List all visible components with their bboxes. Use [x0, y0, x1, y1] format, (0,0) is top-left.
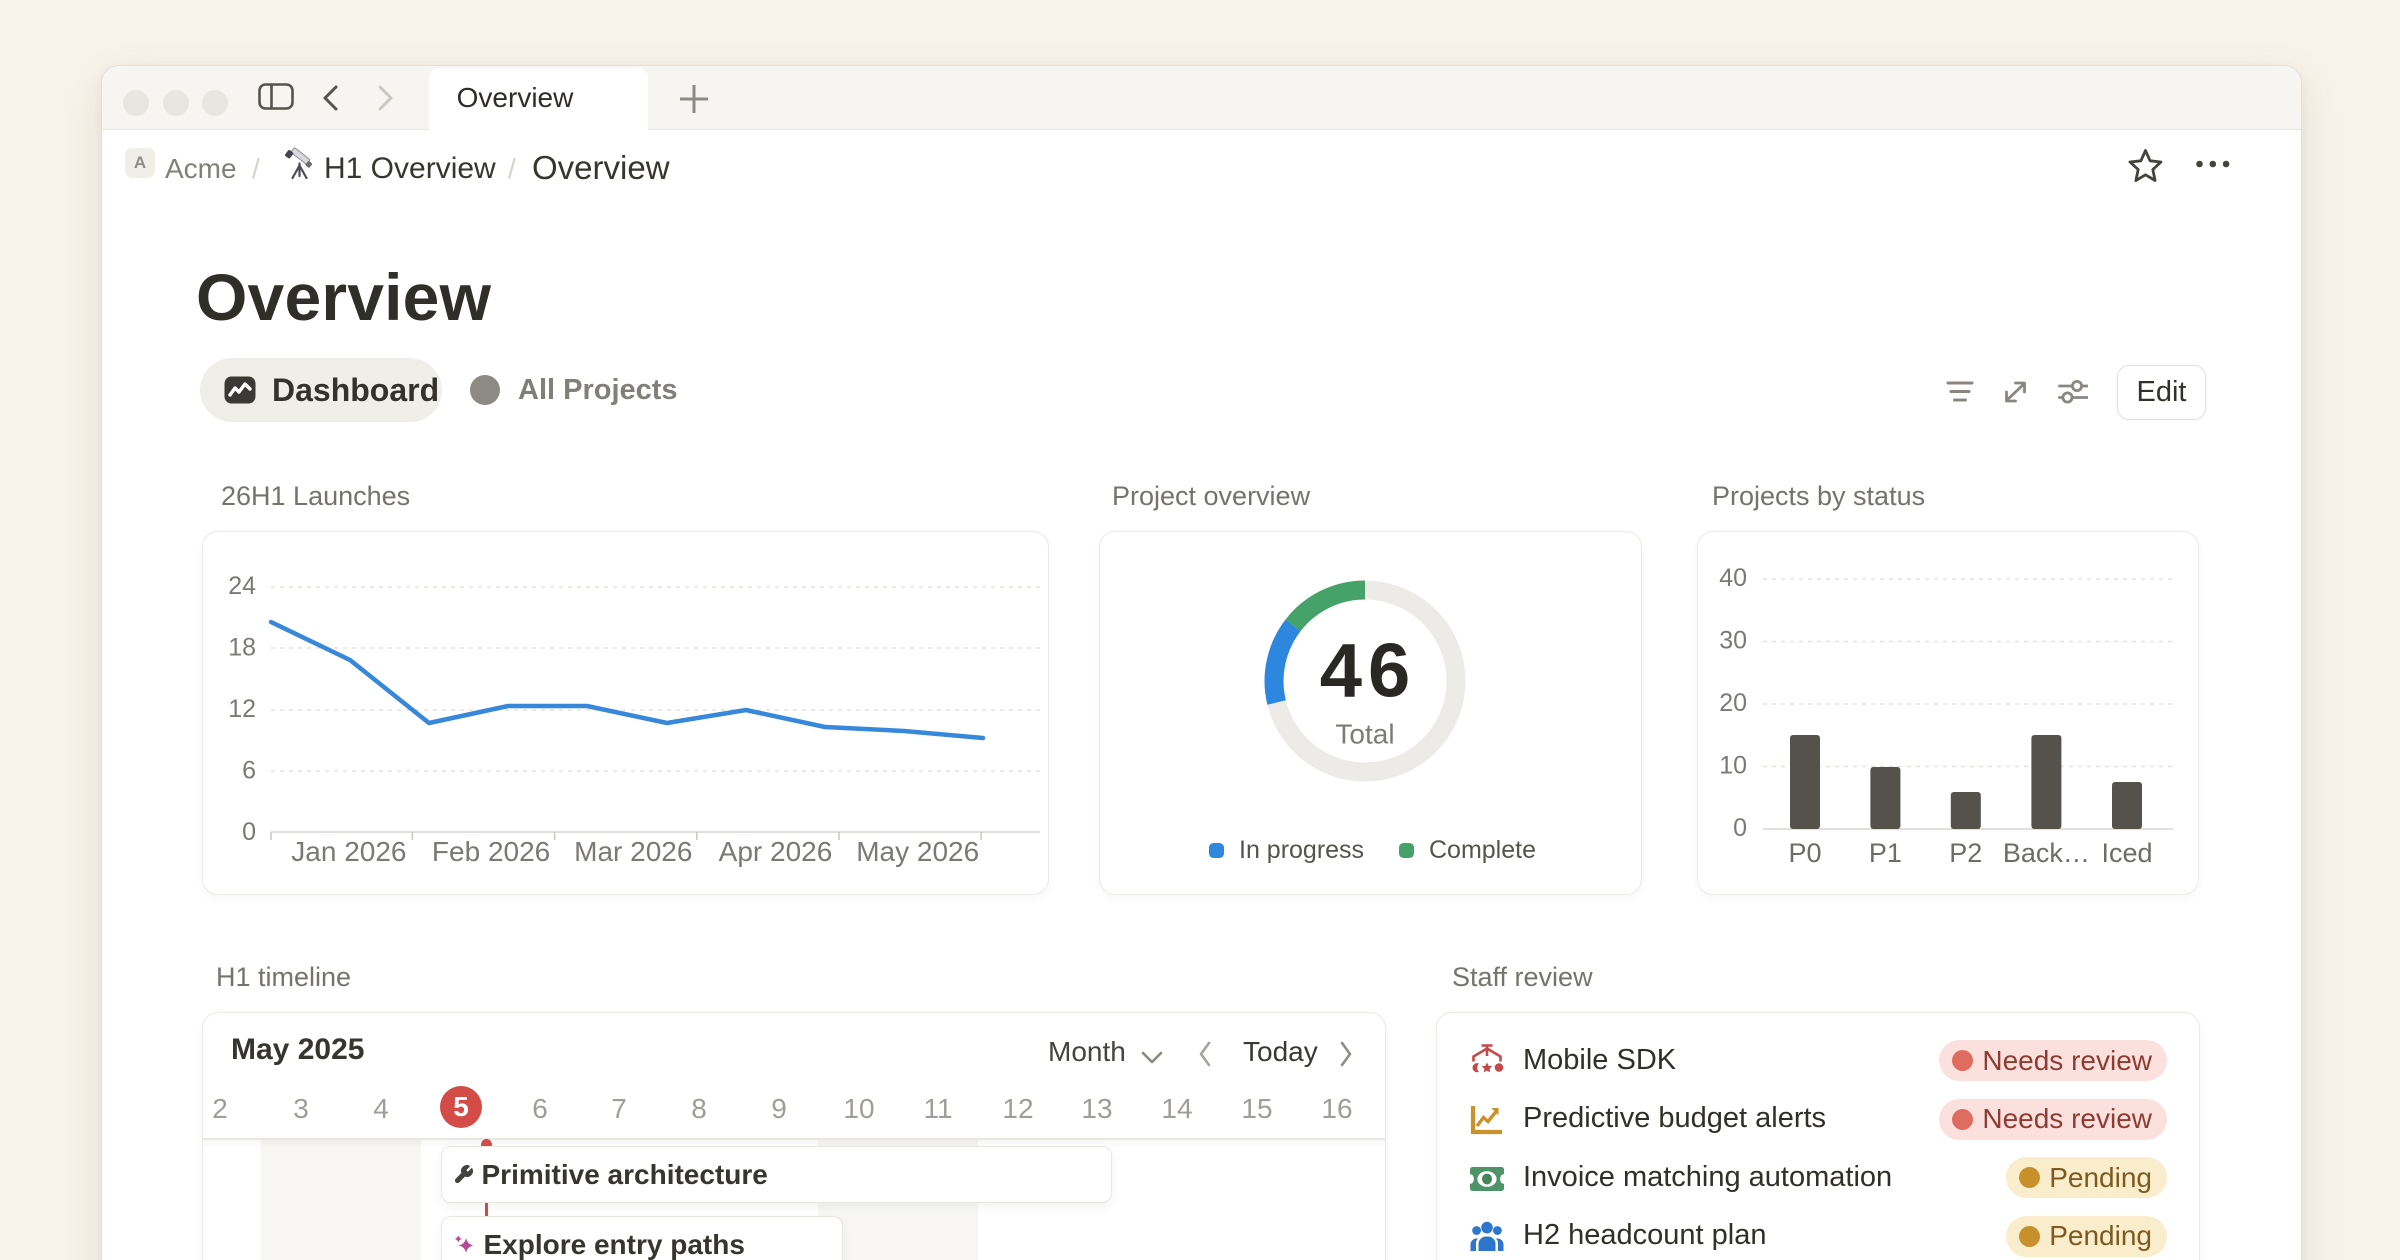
svg-text:46: 46	[1320, 629, 1417, 714]
svg-text:18: 18	[228, 634, 256, 662]
svg-text:0: 0	[242, 818, 256, 846]
svg-text:May 2026: May 2026	[856, 836, 979, 867]
svg-text:6: 6	[242, 757, 256, 785]
svg-text:40: 40	[1719, 564, 1747, 592]
svg-text:P1: P1	[1869, 838, 1902, 868]
svg-text:Complete: Complete	[1429, 836, 1536, 864]
svg-text:Iced: Iced	[2101, 838, 2152, 868]
svg-text:24: 24	[228, 572, 256, 600]
svg-text:Back…: Back…	[2003, 838, 2090, 868]
svg-text:0: 0	[1733, 814, 1747, 842]
svg-text:Jan 2026: Jan 2026	[291, 836, 406, 867]
svg-text:In progress: In progress	[1239, 836, 1364, 864]
svg-text:30: 30	[1719, 627, 1747, 655]
svg-text:P0: P0	[1788, 838, 1821, 868]
svg-text:10: 10	[1719, 752, 1747, 780]
svg-text:12: 12	[228, 695, 256, 723]
svg-text:Mar 2026: Mar 2026	[574, 836, 692, 867]
svg-text:20: 20	[1719, 689, 1747, 717]
svg-text:Feb 2026: Feb 2026	[432, 836, 550, 867]
svg-text:P2: P2	[1949, 838, 1982, 868]
svg-text:Apr 2026: Apr 2026	[719, 836, 833, 867]
svg-text:Total: Total	[1335, 719, 1394, 750]
